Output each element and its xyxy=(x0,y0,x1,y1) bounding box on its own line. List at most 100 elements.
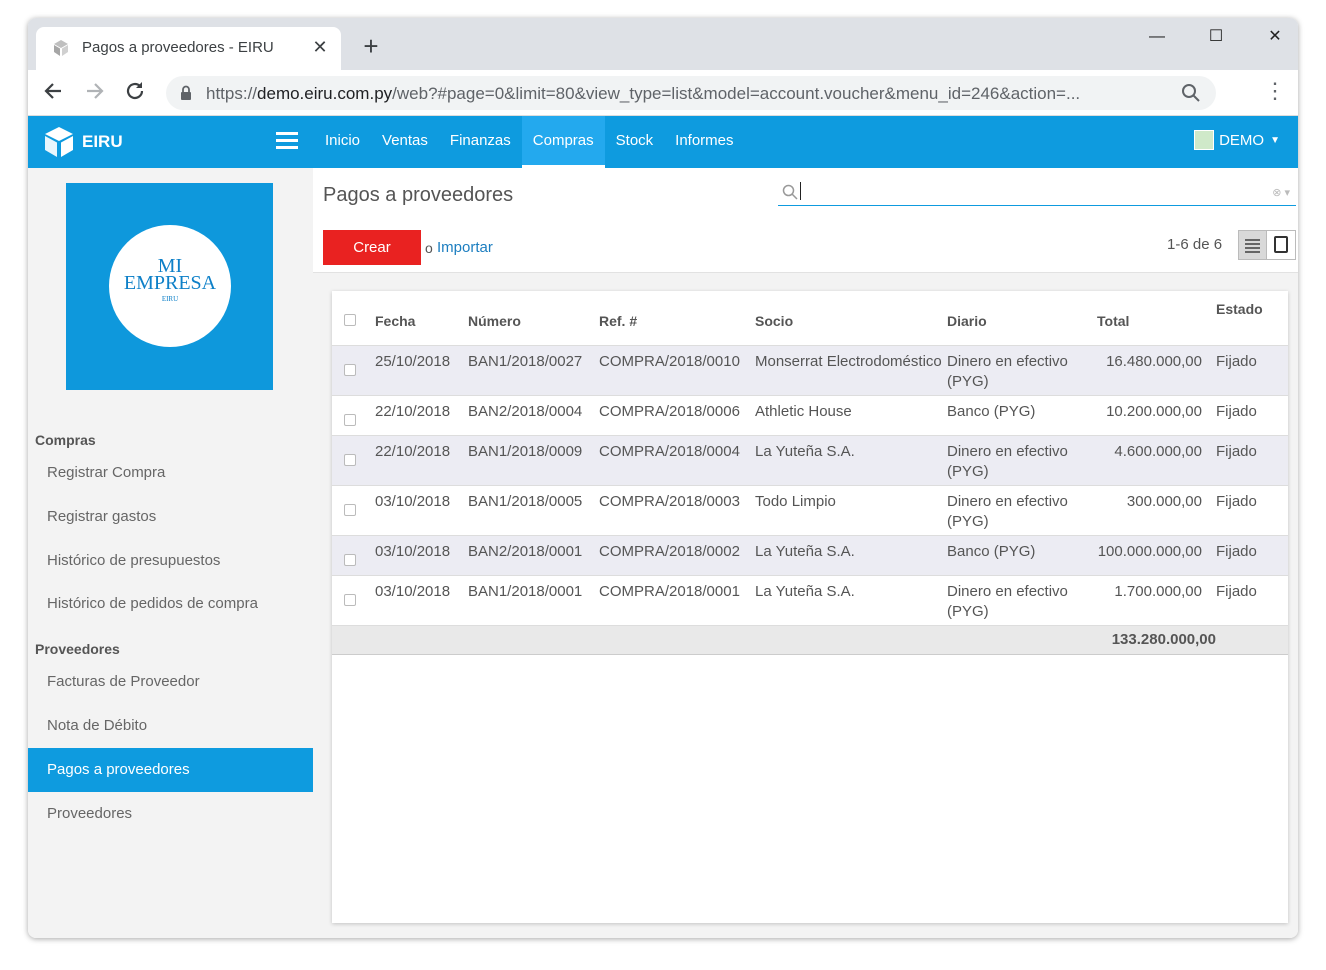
sidebar-item-registrar-compra[interactable]: Registrar Compra xyxy=(28,451,313,495)
sidebar-section-compras: Compras xyxy=(35,432,96,448)
totals-row: 133.280.000,00 xyxy=(332,625,1288,655)
row-checkbox[interactable] xyxy=(332,575,375,626)
close-window-button[interactable]: ✕ xyxy=(1252,22,1298,52)
brand-logo[interactable]: EIRU xyxy=(44,126,123,158)
cell-socio: Todo Limpio xyxy=(755,485,947,536)
cell-ref: COMPRA/2018/0001 xyxy=(599,575,755,626)
col-diario[interactable]: Diario xyxy=(947,291,1097,346)
cell-socio: La Yuteña S.A. xyxy=(755,535,947,576)
sidebar-item-historico-presupuestos[interactable]: Histórico de presupuestos xyxy=(28,539,313,583)
sidebar-item-nota-debito[interactable]: Nota de Débito xyxy=(28,704,313,748)
table-row[interactable]: 22/10/2018 BAN1/2018/0009 COMPRA/2018/00… xyxy=(332,435,1288,486)
form-view-icon[interactable] xyxy=(1266,231,1295,259)
cell-diario: Dinero en efectivo (PYG) xyxy=(947,485,1097,536)
new-tab-button[interactable]: + xyxy=(358,33,384,59)
search-bar[interactable]: ⊗ ▾ xyxy=(778,178,1296,206)
view-switcher xyxy=(1238,230,1296,260)
create-button[interactable]: Crear xyxy=(323,230,421,265)
cell-estado: Fijado xyxy=(1216,485,1288,536)
tab-title: Pagos a proveedores - EIRU xyxy=(82,39,274,56)
row-checkbox[interactable] xyxy=(332,485,375,536)
maximize-button[interactable]: ☐ xyxy=(1193,22,1239,52)
eiru-favicon-icon xyxy=(54,40,68,56)
cell-ref: COMPRA/2018/0003 xyxy=(599,485,755,536)
table-row[interactable]: 03/10/2018 BAN1/2018/0005 COMPRA/2018/00… xyxy=(332,485,1288,536)
totals-spacer-end xyxy=(1216,625,1288,655)
brand-name: EIRU xyxy=(82,132,123,151)
cell-total: 1.700.000,00 xyxy=(1097,575,1216,626)
caret-down-icon: ▼ xyxy=(1270,134,1280,146)
search-options-icon[interactable]: ⊗ ▾ xyxy=(1272,186,1290,199)
cell-socio: Monserrat Electrodoméstico xyxy=(755,345,947,396)
user-name: DEMO xyxy=(1219,131,1265,149)
minimize-button[interactable]: — xyxy=(1134,22,1180,52)
menu-inicio[interactable]: Inicio xyxy=(314,116,371,168)
col-estado[interactable]: Estado xyxy=(1216,291,1288,346)
list-view-icon[interactable] xyxy=(1239,231,1267,259)
cell-fecha: 03/10/2018 xyxy=(375,485,468,536)
cell-total: 4.600.000,00 xyxy=(1097,435,1216,486)
cell-ref: COMPRA/2018/0002 xyxy=(599,535,755,576)
text-cursor xyxy=(800,182,801,200)
omnibox[interactable]: https://demo.eiru.com.py/web?#page=0&lim… xyxy=(166,76,1216,110)
table-row[interactable]: 25/10/2018 BAN1/2018/0027 COMPRA/2018/00… xyxy=(332,345,1288,396)
col-numero[interactable]: Número xyxy=(468,291,599,346)
cell-total: 100.000.000,00 xyxy=(1097,535,1216,576)
col-socio[interactable]: Socio xyxy=(755,291,947,346)
sidebar-item-registrar-gastos[interactable]: Registrar gastos xyxy=(28,495,313,539)
cell-estado: Fijado xyxy=(1216,395,1288,436)
company-logo: MI EMPRESA EIRU xyxy=(66,183,273,390)
sidebar-item-facturas-proveedor[interactable]: Facturas de Proveedor xyxy=(28,660,313,704)
sidebar-item-pagos-proveedores[interactable]: Pagos a proveedores xyxy=(28,748,313,792)
search-input[interactable] xyxy=(800,182,1240,202)
totals-spacer xyxy=(332,625,1097,655)
tab-close-icon[interactable]: ✕ xyxy=(309,36,331,58)
menu-finanzas[interactable]: Finanzas xyxy=(439,116,522,168)
browser-menu-icon[interactable]: ⋮ xyxy=(1264,78,1286,104)
menu-stock[interactable]: Stock xyxy=(605,116,665,168)
cell-fecha: 22/10/2018 xyxy=(375,435,468,486)
select-all-checkbox[interactable] xyxy=(332,291,375,346)
zoom-search-icon[interactable] xyxy=(1180,82,1202,104)
cell-total: 10.200.000,00 xyxy=(1097,395,1216,436)
forward-arrow-icon[interactable] xyxy=(82,80,108,106)
user-menu[interactable]: DEMO ▼ xyxy=(1194,130,1280,150)
table-row[interactable]: 03/10/2018 BAN1/2018/0001 COMPRA/2018/00… xyxy=(332,575,1288,626)
row-checkbox[interactable] xyxy=(332,435,375,486)
cell-numero: BAN1/2018/0001 xyxy=(468,575,599,626)
cell-ref: COMPRA/2018/0010 xyxy=(599,345,755,396)
menu-informes[interactable]: Informes xyxy=(664,116,744,168)
import-link[interactable]: Importar xyxy=(437,239,493,256)
cell-diario: Banco (PYG) xyxy=(947,395,1097,436)
cell-numero: BAN2/2018/0001 xyxy=(468,535,599,576)
table-row[interactable]: 03/10/2018 BAN2/2018/0001 COMPRA/2018/00… xyxy=(332,535,1288,576)
control-panel: Pagos a proveedores ⊗ ▾ Crear o Importar… xyxy=(313,168,1298,273)
back-arrow-icon[interactable] xyxy=(40,80,66,106)
hamburger-menu-icon[interactable] xyxy=(276,132,298,150)
col-total[interactable]: Total xyxy=(1097,291,1216,346)
grand-total: 133.280.000,00 xyxy=(1097,625,1216,655)
cell-total: 300.000,00 xyxy=(1097,485,1216,536)
cell-estado: Fijado xyxy=(1216,575,1288,626)
menu-ventas[interactable]: Ventas xyxy=(371,116,439,168)
lock-icon xyxy=(181,85,191,100)
sidebar-item-proveedores[interactable]: Proveedores xyxy=(28,792,313,836)
col-ref[interactable]: Ref. # xyxy=(599,291,755,346)
browser-tab[interactable]: Pagos a proveedores - EIRU ✕ xyxy=(36,27,341,70)
cell-ref: COMPRA/2018/0004 xyxy=(599,435,755,486)
reload-icon[interactable] xyxy=(122,80,148,106)
cell-total: 16.480.000,00 xyxy=(1097,345,1216,396)
col-fecha[interactable]: Fecha xyxy=(375,291,468,346)
sidebar: MI EMPRESA EIRU Compras Registrar Compra… xyxy=(28,168,313,938)
menu-compras[interactable]: Compras xyxy=(521,116,605,168)
sidebar-item-historico-pedidos[interactable]: Histórico de pedidos de compra xyxy=(28,582,313,626)
cell-socio: La Yuteña S.A. xyxy=(755,435,947,486)
app-navbar: EIRU Inicio Ventas Finanzas Compras Stoc… xyxy=(28,116,1298,168)
table-row[interactable]: 22/10/2018 BAN2/2018/0004 COMPRA/2018/00… xyxy=(332,395,1288,436)
row-checkbox[interactable] xyxy=(332,395,375,436)
cell-fecha: 03/10/2018 xyxy=(375,535,468,576)
row-checkbox[interactable] xyxy=(332,535,375,576)
pager-value[interactable]: 1-6 de 6 xyxy=(1167,236,1222,253)
browser-window: Pagos a proveedores - EIRU ✕ + — ☐ ✕ htt… xyxy=(28,18,1298,938)
row-checkbox[interactable] xyxy=(332,345,375,396)
